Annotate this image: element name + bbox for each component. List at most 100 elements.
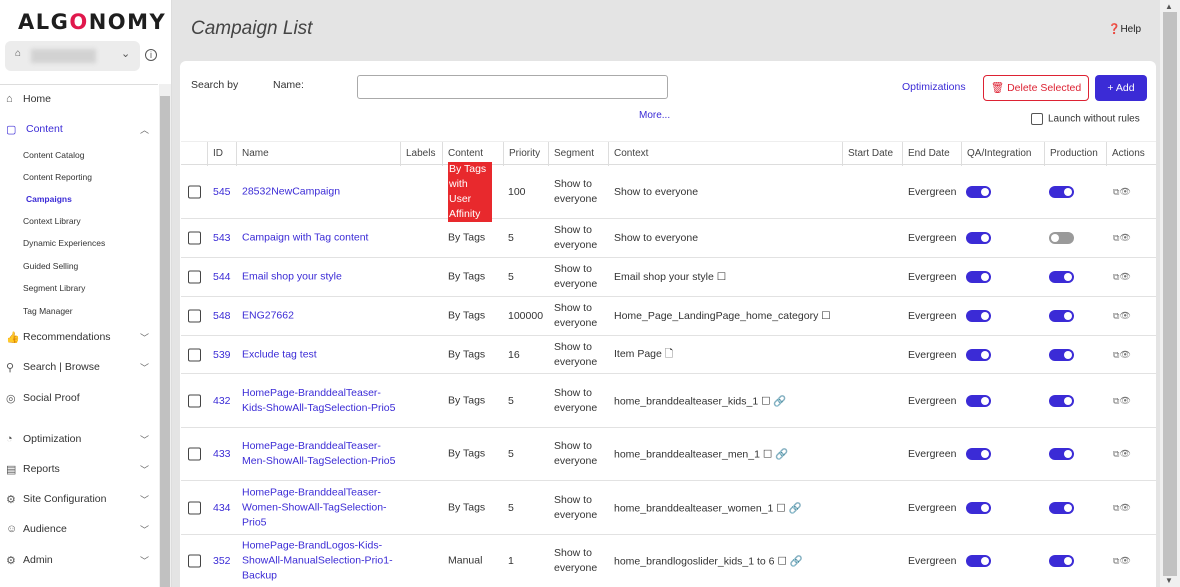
campaign-priority: 1	[508, 555, 514, 567]
qa-toggle[interactable]	[966, 310, 991, 322]
page-scrollbar[interactable]: ▲ ▼	[1160, 0, 1180, 587]
table-row[interactable]: 433 HomePage-BranddealTeaser-Men-ShowAll…	[181, 428, 1156, 481]
row-checkbox[interactable]	[188, 394, 201, 407]
table-row[interactable]: 543 Campaign with Tag content By Tags 5 …	[181, 219, 1156, 258]
production-toggle[interactable]	[1049, 310, 1074, 322]
view-icon[interactable]: 👁	[1119, 556, 1130, 566]
row-checkbox[interactable]	[188, 348, 201, 361]
launch-without-rules-checkbox[interactable]	[1031, 113, 1043, 125]
view-icon[interactable]: 👁	[1119, 449, 1130, 459]
more-filters-link[interactable]: More...	[639, 110, 670, 121]
production-toggle[interactable]	[1049, 185, 1074, 198]
production-toggle[interactable]	[1049, 394, 1074, 407]
campaign-id[interactable]: 544	[213, 271, 231, 283]
view-icon[interactable]: 👁	[1119, 186, 1130, 196]
col-qa-integration[interactable]: QA/Integration	[962, 142, 1045, 166]
row-checkbox[interactable]	[188, 554, 201, 568]
production-toggle[interactable]	[1049, 555, 1074, 567]
col-name[interactable]: Name	[237, 142, 401, 166]
row-checkbox[interactable]	[188, 231, 201, 245]
campaign-name-link[interactable]: HomePage-BrandLogos-Kids-ShowAll-ManualS…	[242, 539, 402, 584]
col-end-date[interactable]: End Date	[903, 142, 962, 166]
table-row[interactable]: 548 ENG27662 By Tags 100000 Show to ever…	[181, 297, 1156, 336]
help-link[interactable]: ❓Help	[1108, 24, 1141, 35]
sidebar-subitem-guided-selling[interactable]: Guided Selling	[23, 261, 78, 271]
launch-without-rules[interactable]: Launch without rules	[1031, 113, 1140, 125]
table-row[interactable]: 545 28532NewCampaign By Tags with User A…	[181, 161, 1156, 222]
table-row[interactable]: 544 Email shop your style By Tags 5 Show…	[181, 258, 1156, 297]
row-checkbox[interactable]	[188, 185, 201, 198]
view-icon[interactable]: 👁	[1119, 311, 1130, 321]
sidebar-subitem-dynamic-experiences[interactable]: Dynamic Experiences	[23, 238, 105, 248]
row-checkbox[interactable]	[188, 447, 201, 461]
production-toggle[interactable]	[1049, 501, 1074, 514]
campaign-name-link[interactable]: HomePage-BranddealTeaser-Kids-ShowAll-Ta…	[242, 386, 402, 416]
name-search-input[interactable]	[357, 75, 668, 99]
view-icon[interactable]: 👁	[1119, 272, 1130, 282]
production-toggle[interactable]	[1049, 232, 1074, 244]
qa-toggle[interactable]	[966, 501, 991, 514]
view-icon[interactable]: 👁	[1119, 233, 1130, 243]
col-context[interactable]: Context	[609, 142, 843, 166]
sidebar-subitem-segment-library[interactable]: Segment Library	[23, 283, 85, 293]
campaign-id[interactable]: 432	[213, 395, 231, 407]
qa-toggle[interactable]	[966, 232, 991, 244]
view-icon[interactable]: 👁	[1119, 349, 1130, 359]
sidebar-subitem-campaigns[interactable]: Campaigns	[26, 194, 72, 204]
qa-toggle[interactable]	[966, 271, 991, 283]
view-icon[interactable]: 👁	[1119, 502, 1130, 512]
qa-toggle[interactable]	[966, 448, 991, 460]
add-button[interactable]: + Add	[1095, 75, 1147, 101]
sidebar-scroll-thumb[interactable]	[160, 96, 170, 587]
campaign-id[interactable]: 545	[213, 186, 231, 198]
campaign-id[interactable]: 543	[213, 232, 231, 244]
campaign-id[interactable]: 352	[213, 555, 231, 567]
campaign-end-date: Evergreen	[908, 555, 957, 567]
table-row[interactable]: 352 HomePage-BrandLogos-Kids-ShowAll-Man…	[181, 535, 1156, 587]
campaign-id[interactable]: 548	[213, 310, 231, 322]
col-segment[interactable]: Segment	[549, 142, 609, 166]
col-id[interactable]: ID	[208, 142, 237, 166]
col-priority[interactable]: Priority	[504, 142, 549, 166]
campaign-name-link[interactable]: ENG27662	[242, 309, 402, 324]
col-labels[interactable]: Labels	[401, 142, 443, 166]
campaign-name-link[interactable]: HomePage-BranddealTeaser-Men-ShowAll-Tag…	[242, 439, 402, 469]
campaign-name-link[interactable]: Email shop your style	[242, 270, 402, 285]
qa-toggle[interactable]	[966, 185, 991, 198]
sidebar-subitem-context-library[interactable]: Context Library	[23, 216, 81, 226]
sidebar-subitem-content-reporting[interactable]: Content Reporting	[23, 172, 92, 182]
col-start-date[interactable]: Start Date	[843, 142, 903, 166]
campaign-name-link[interactable]: HomePage-BranddealTeaser-Women-ShowAll-T…	[242, 485, 402, 530]
row-checkbox[interactable]	[188, 501, 201, 514]
sidebar-subitem-content-catalog[interactable]: Content Catalog	[23, 150, 84, 160]
campaign-id[interactable]: 539	[213, 349, 231, 361]
production-toggle[interactable]	[1049, 448, 1074, 460]
col-production[interactable]: Production	[1045, 142, 1107, 166]
production-toggle[interactable]	[1049, 271, 1074, 283]
qa-toggle[interactable]	[966, 348, 991, 361]
row-checkbox[interactable]	[188, 270, 201, 284]
campaign-name-link[interactable]: Campaign with Tag content	[242, 231, 402, 246]
scroll-down-icon[interactable]: ▼	[1165, 576, 1173, 585]
table-row[interactable]: 434 HomePage-BranddealTeaser-Women-ShowA…	[181, 481, 1156, 535]
page-scroll-thumb[interactable]	[1163, 12, 1177, 576]
table-row[interactable]: 432 HomePage-BranddealTeaser-Kids-ShowAl…	[181, 374, 1156, 428]
campaign-name-link[interactable]: 28532NewCampaign	[242, 184, 402, 199]
algonomy-logo[interactable]: ALGONOMY	[18, 10, 166, 34]
production-toggle[interactable]	[1049, 348, 1074, 361]
campaign-id[interactable]: 434	[213, 502, 231, 514]
delete-selected-button[interactable]: 🗑 Delete Selected	[983, 75, 1089, 101]
scroll-up-icon[interactable]: ▲	[1165, 2, 1173, 11]
table-row[interactable]: 539 Exclude tag test By Tags 16 Show to …	[181, 336, 1156, 374]
qa-toggle[interactable]	[966, 394, 991, 407]
info-icon[interactable]: i	[145, 49, 157, 61]
sidebar-scrollbar[interactable]	[159, 84, 171, 587]
account-selector[interactable]: ⌂ ⌄	[5, 41, 140, 71]
optimizations-link[interactable]: Optimizations	[902, 81, 966, 93]
qa-toggle[interactable]	[966, 555, 991, 567]
campaign-name-link[interactable]: Exclude tag test	[242, 347, 402, 362]
campaign-id[interactable]: 433	[213, 448, 231, 460]
row-checkbox[interactable]	[188, 309, 201, 323]
sidebar-subitem-tag-manager[interactable]: Tag Manager	[23, 306, 73, 316]
view-icon[interactable]: 👁	[1119, 395, 1130, 405]
